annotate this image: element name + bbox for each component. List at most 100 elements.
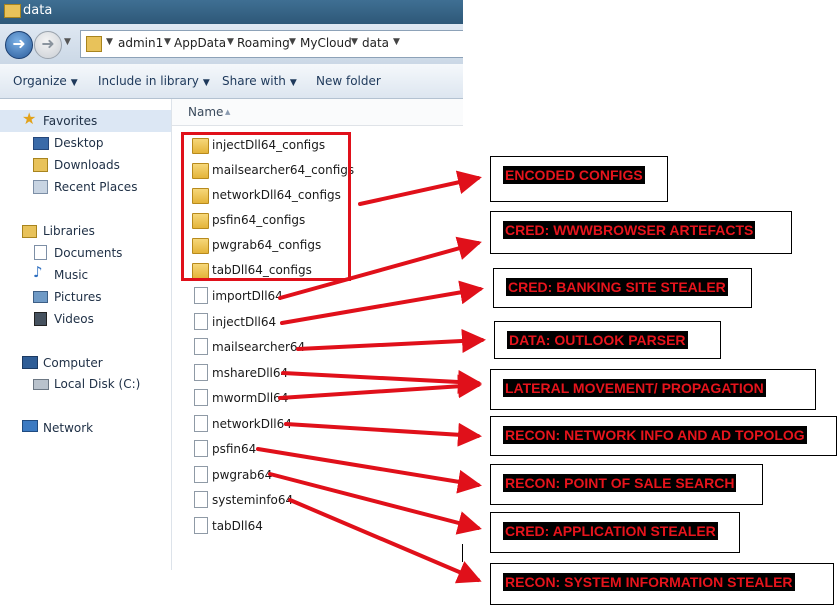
hard-drive-icon (33, 379, 49, 390)
file-icon (194, 491, 208, 508)
title-bar: data (0, 0, 463, 24)
forward-button[interactable]: ➜ (34, 31, 62, 59)
address-bar-area: ➜ ➜ ▼ ▼ admin1 ▼ AppData ▼ Roaming ▼ MyC… (0, 24, 463, 64)
file-name: mshareDll64 (212, 366, 289, 380)
breadcrumb-roaming[interactable]: Roaming (237, 36, 290, 50)
folder-icon (86, 36, 102, 52)
nav-local-disk[interactable]: Local Disk (C:) (54, 377, 140, 391)
name-column-header[interactable]: Name ▲ (172, 99, 463, 126)
videos-icon (34, 312, 47, 326)
chevron-right-icon[interactable]: ▼ (227, 37, 234, 47)
annotation-label: CRED: APPLICATION STEALER (503, 522, 718, 540)
chevron-down-icon: ▼ (202, 78, 210, 88)
network-icon (22, 420, 38, 432)
folder-icon (4, 4, 21, 18)
computer-icon (22, 356, 38, 369)
annotation-label: RECON: SYSTEM INFORMATION STEALER (503, 573, 795, 591)
nav-music[interactable]: Music (54, 268, 88, 282)
star-icon: ★ (22, 109, 37, 128)
file-name: importDll64 (212, 289, 283, 303)
music-icon: ♪ (33, 263, 43, 281)
file-icon (194, 466, 208, 483)
chevron-right-icon[interactable]: ▼ (289, 37, 296, 47)
chevron-down-icon: ▼ (70, 78, 78, 88)
annotation-label: CRED: BANKING SITE STEALER (506, 278, 728, 296)
nav-desktop[interactable]: Desktop (54, 136, 104, 150)
libraries-icon (22, 225, 37, 238)
share-with-button[interactable]: Share with ▼ (222, 74, 297, 88)
breadcrumb-appdata[interactable]: AppData (174, 36, 226, 50)
file-name: mwormDll64 (212, 391, 289, 405)
recent-places-icon (33, 180, 48, 194)
file-icon (194, 389, 208, 406)
breadcrumb-admin1[interactable]: admin1 (118, 36, 163, 50)
include-in-library-button[interactable]: Include in library ▼ (98, 74, 210, 88)
file-icon (194, 440, 208, 457)
annotation-banking: CRED: BANKING SITE STEALER (493, 268, 752, 308)
documents-icon (34, 245, 47, 260)
back-button[interactable]: ➜ (5, 31, 33, 59)
downloads-folder-icon (33, 158, 48, 172)
share-with-label: Share with (222, 74, 286, 88)
annotation-outlook: DATA: OUTLOOK PARSER (494, 321, 721, 359)
window-title: data (23, 3, 53, 18)
organize-label: Organize (13, 74, 67, 88)
file-icon (194, 313, 208, 330)
chevron-down-icon[interactable]: ▼ (106, 37, 113, 47)
file-name: mailsearcher64 (212, 340, 306, 354)
file-name: tabDll64 (212, 519, 263, 533)
file-icon (194, 338, 208, 355)
annotation-encoded-configs: ENCODED CONFIGS (490, 156, 668, 202)
breadcrumb-mycloud[interactable]: MyCloud (300, 36, 352, 50)
command-bar: Organize ▼ Include in library ▼ Share with… (0, 64, 463, 99)
annotation-lateral-movement: LATERAL MOVEMENT/ PROPAGATION (490, 369, 816, 410)
arrow-right-icon: ➜ (41, 34, 55, 53)
file-name: pwgrab64 (212, 468, 273, 482)
file-name: psfin64 (212, 442, 257, 456)
breadcrumb-data[interactable]: data (362, 36, 389, 50)
annotation-network-info: RECON: NETWORK INFO AND AD TOPOLOG (490, 416, 837, 456)
nav-documents[interactable]: Documents (54, 246, 122, 260)
file-icon (194, 415, 208, 432)
navigation-pane: ★ Favorites Desktop Downloads Recent Pla… (0, 99, 172, 570)
chevron-right-icon[interactable]: ▼ (351, 37, 358, 47)
address-box[interactable]: ▼ admin1 ▼ AppData ▼ Roaming ▼ MyCloud ▼… (80, 30, 463, 58)
nav-recent-places[interactable]: Recent Places (54, 180, 137, 194)
nav-computer[interactable]: Computer (43, 356, 103, 370)
annotation-label: RECON: NETWORK INFO AND AD TOPOLOG (503, 426, 807, 444)
include-in-library-label: Include in library (98, 74, 199, 88)
chevron-right-icon[interactable]: ▼ (164, 37, 171, 47)
text-cursor (462, 544, 463, 562)
name-column-label: Name (188, 105, 224, 119)
chevron-down-icon: ▼ (289, 78, 297, 88)
nav-downloads[interactable]: Downloads (54, 158, 120, 172)
annotation-label: ENCODED CONFIGS (503, 166, 645, 184)
file-icon (194, 517, 208, 534)
history-dropdown-icon[interactable]: ▼ (64, 37, 71, 47)
nav-videos[interactable]: Videos (54, 312, 94, 326)
annotation-label: DATA: OUTLOOK PARSER (507, 331, 688, 349)
explorer-window: data ➜ ➜ ▼ ▼ admin1 ▼ AppData ▼ Roaming … (0, 0, 463, 570)
file-name: systeminfo64 (212, 493, 294, 507)
nav-pictures[interactable]: Pictures (54, 290, 102, 304)
annotation-wwwbrowser: CRED: WWWBROWSER ARTEFACTS (490, 211, 792, 254)
file-icon (194, 287, 208, 304)
annotation-label: CRED: WWWBROWSER ARTEFACTS (503, 221, 756, 239)
file-name: networkDll64 (212, 417, 292, 431)
desktop-icon (33, 137, 49, 150)
nav-libraries[interactable]: Libraries (43, 224, 95, 238)
nav-favorites[interactable]: Favorites (43, 114, 97, 128)
sort-arrow-icon: ▲ (225, 108, 231, 116)
arrow-left-icon: ➜ (12, 34, 26, 53)
chevron-down-icon[interactable]: ▼ (393, 37, 400, 47)
pictures-icon (33, 291, 48, 303)
file-icon (194, 364, 208, 381)
annotation-point-of-sale: RECON: POINT OF SALE SEARCH (490, 464, 763, 505)
annotation-system-info: RECON: SYSTEM INFORMATION STEALER (490, 563, 834, 605)
organize-button[interactable]: Organize ▼ (13, 74, 78, 88)
nav-network[interactable]: Network (43, 421, 93, 435)
annotation-application-stealer: CRED: APPLICATION STEALER (490, 512, 740, 553)
annotation-label: RECON: POINT OF SALE SEARCH (503, 474, 737, 492)
new-folder-button[interactable]: New folder (316, 74, 381, 88)
file-name: injectDll64 (212, 315, 277, 329)
